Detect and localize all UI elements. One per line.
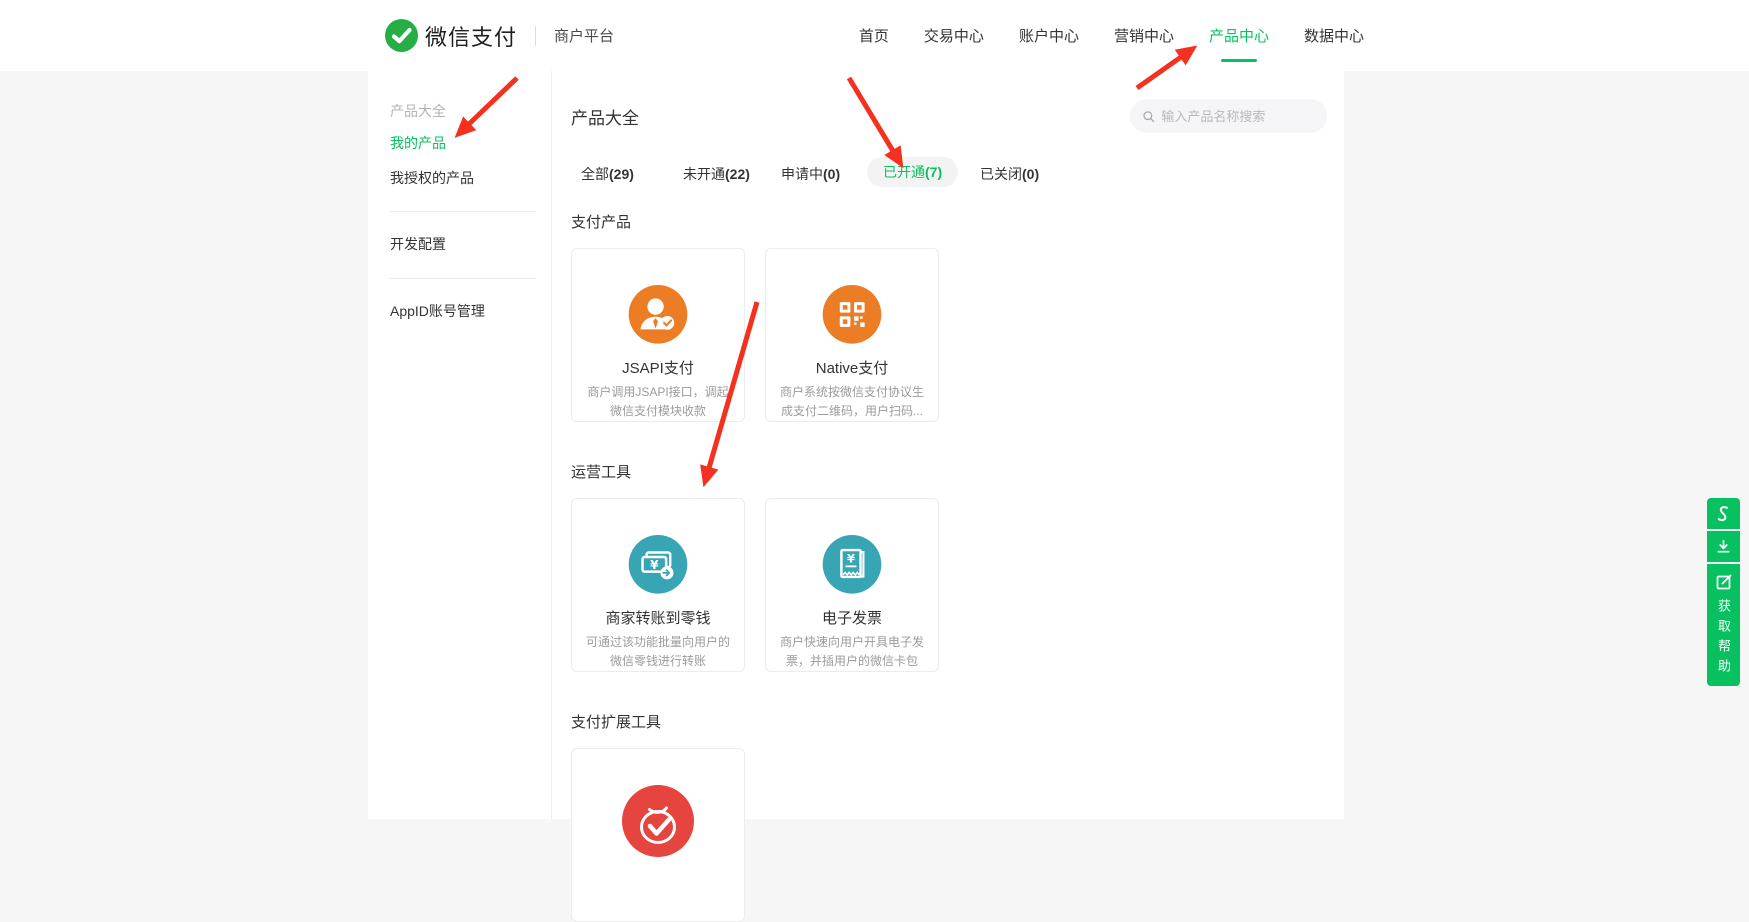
product-desc-einvoice: 商户快速向用户开具电子发票，并插用户的微信卡包 — [766, 633, 938, 671]
transfer-icon: ¥ — [622, 535, 694, 594]
quick-link-button[interactable] — [1707, 498, 1740, 529]
red-packet-check-icon — [622, 785, 694, 857]
tab-closed[interactable]: 已关闭(0) — [980, 164, 1039, 184]
section-payment-extension-tools: 支付扩展工具 — [571, 711, 661, 732]
tab-all-label: 全部 — [581, 166, 609, 182]
product-search-box — [1130, 99, 1327, 133]
sidebar-divider — [390, 278, 536, 279]
tab-activated-label: 已开通 — [883, 162, 925, 182]
brand-divider — [535, 26, 536, 46]
svg-text:¥: ¥ — [650, 558, 659, 572]
nav-item-product-center[interactable]: 产品中心 — [1209, 25, 1269, 46]
active-nav-underline — [1221, 59, 1257, 62]
nav-item-trade-center[interactable]: 交易中心 — [924, 25, 984, 46]
product-title-transfer: 商家转账到零钱 — [605, 607, 710, 628]
qrcode-icon — [816, 285, 888, 344]
link-icon — [1715, 504, 1732, 523]
nav-item-product-center-label: 产品中心 — [1209, 28, 1269, 45]
tab-not-activated-count: (22) — [725, 166, 750, 182]
feedback-icon — [1715, 573, 1733, 591]
person-check-icon — [622, 285, 694, 344]
sidebar-item-my-products[interactable]: 我的产品 — [390, 133, 446, 153]
search-input[interactable] — [1161, 109, 1315, 124]
product-card-native[interactable]: Native支付 商户系统按微信支付协议生成支付二维码，用户扫码... — [765, 248, 939, 422]
help-toolbar: 获取帮助 — [1707, 498, 1740, 688]
tab-closed-label: 已关闭 — [980, 166, 1022, 182]
get-help-label: 获取帮助 — [1717, 599, 1730, 679]
brand[interactable]: 微信支付 商户平台 — [385, 19, 614, 52]
product-card-jsapi[interactable]: JSAPI支付 商户调用JSAPI接口，调起微信支付模块收款 — [571, 248, 745, 422]
section-operation-tools: 运营工具 — [571, 461, 631, 482]
sidebar-divider — [390, 211, 536, 212]
tab-activated[interactable]: 已开通(7) — [867, 157, 958, 187]
tab-closed-count: (0) — [1022, 166, 1039, 182]
main-nav: 首页 交易中心 账户中心 营销中心 产品中心 数据中心 — [859, 0, 1364, 71]
wechat-pay-logo-icon — [385, 19, 418, 52]
tab-all[interactable]: 全部(29) — [581, 164, 634, 184]
tab-not-activated[interactable]: 未开通(22) — [683, 164, 750, 184]
download-button[interactable] — [1707, 531, 1740, 562]
product-card-partial[interactable] — [571, 748, 745, 922]
tab-applying[interactable]: 申请中(0) — [781, 164, 840, 184]
product-desc-native: 商户系统按微信支付协议生成支付二维码，用户扫码... — [766, 383, 938, 421]
product-title-jsapi: JSAPI支付 — [622, 357, 694, 378]
sidebar-item-authorized-products[interactable]: 我授权的产品 — [390, 168, 474, 188]
nav-item-marketing-center[interactable]: 营销中心 — [1114, 25, 1174, 46]
nav-item-account-center[interactable]: 账户中心 — [1019, 25, 1079, 46]
invoice-icon: ¥ — [816, 535, 888, 594]
page-title: 产品大全 — [571, 104, 639, 129]
section-payment-products: 支付产品 — [571, 211, 631, 232]
tab-applying-count: (0) — [823, 166, 840, 182]
product-title-einvoice: 电子发票 — [822, 607, 882, 628]
tab-not-activated-label: 未开通 — [683, 166, 725, 182]
tab-all-count: (29) — [609, 166, 634, 182]
product-title-native: Native支付 — [816, 357, 889, 378]
sidebar-item-all-products[interactable]: 产品大全 — [390, 101, 446, 121]
sidebar: 产品大全 我的产品 我授权的产品 开发配置 AppID账号管理 — [368, 71, 552, 819]
product-desc-transfer: 可通过该功能批量向用户的微信零钱进行转账 — [572, 633, 744, 671]
top-header: 微信支付 商户平台 首页 交易中心 账户中心 营销中心 产品中心 数据中心 — [0, 0, 1749, 71]
product-desc-jsapi: 商户调用JSAPI接口，调起微信支付模块收款 — [572, 383, 744, 421]
nav-item-data-center[interactable]: 数据中心 — [1304, 25, 1364, 46]
search-icon — [1142, 109, 1155, 124]
nav-item-home[interactable]: 首页 — [859, 25, 889, 46]
tab-applying-label: 申请中 — [781, 166, 823, 182]
sidebar-item-dev-config[interactable]: 开发配置 — [390, 234, 446, 254]
content-panel: 产品大全 我的产品 我授权的产品 开发配置 AppID账号管理 — [368, 71, 1344, 819]
product-card-einvoice[interactable]: ¥ 电子发票 商户快速向用户开具电子发票，并插用户的微信卡包 — [765, 498, 939, 672]
brand-name: 微信支付 — [425, 20, 517, 52]
portal-name: 商户平台 — [554, 25, 614, 46]
sidebar-item-appid-management[interactable]: AppID账号管理 — [390, 301, 485, 321]
svg-text:¥: ¥ — [847, 552, 855, 566]
tab-activated-count: (7) — [925, 164, 942, 180]
get-help-button[interactable]: 获取帮助 — [1707, 564, 1740, 686]
download-icon — [1715, 538, 1732, 555]
product-card-transfer[interactable]: ¥ 商家转账到零钱 可通过该功能批量向用户的微信零钱进行转账 — [571, 498, 745, 672]
